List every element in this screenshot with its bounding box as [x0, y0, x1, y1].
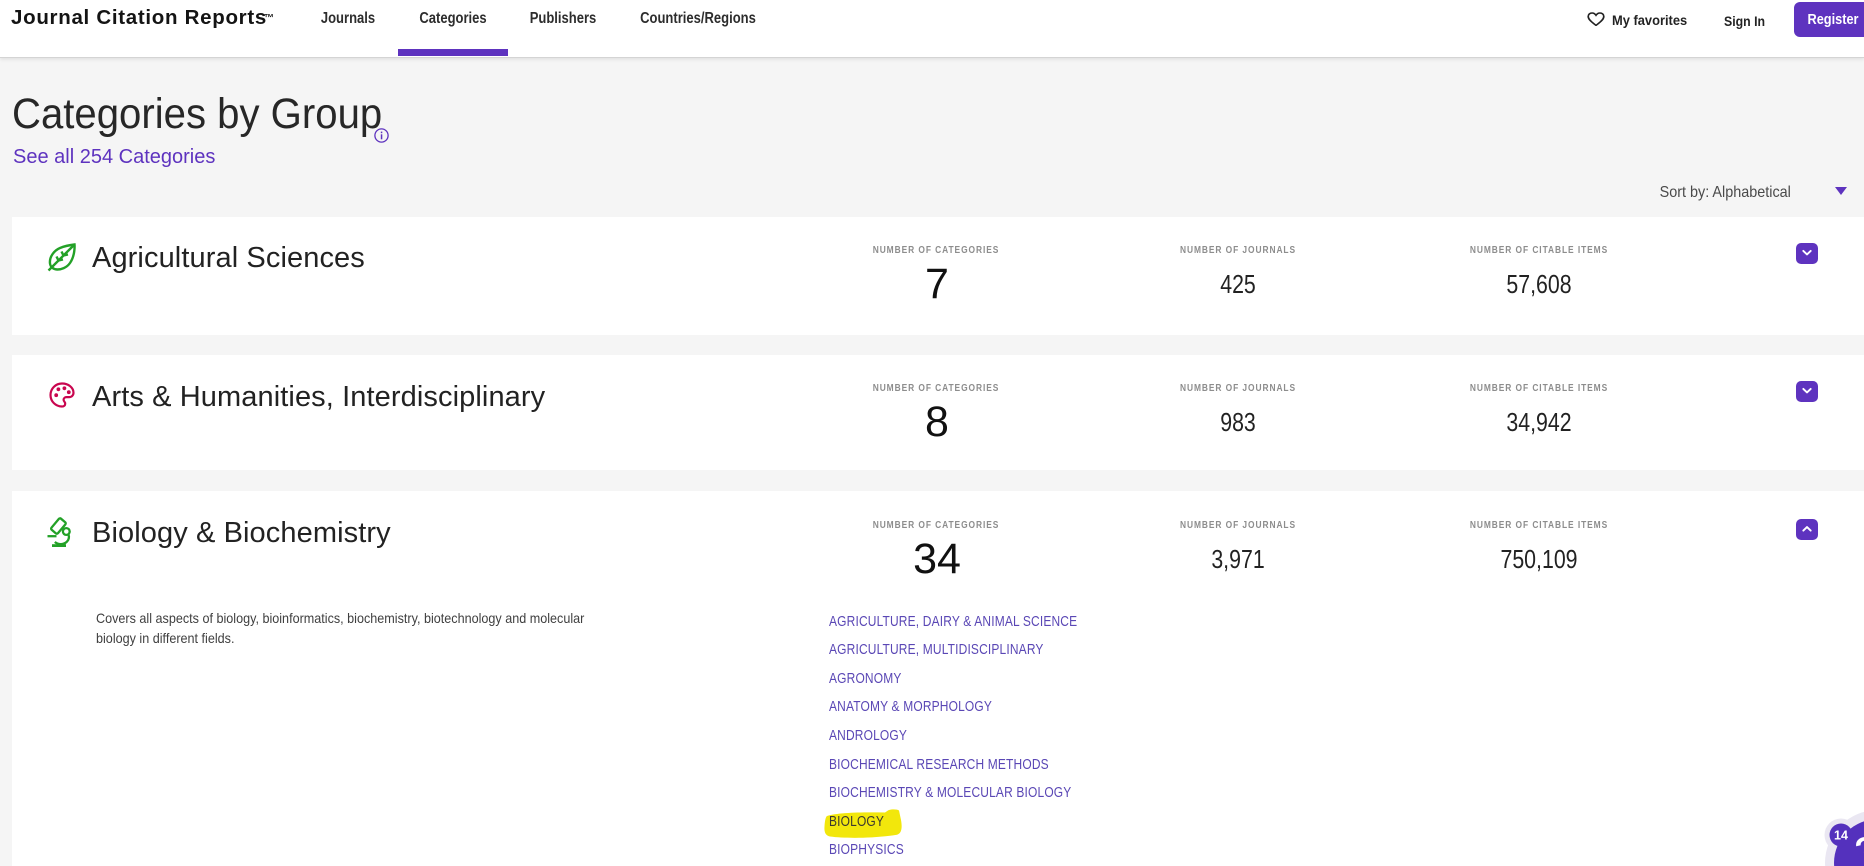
svg-text:14: 14	[1834, 829, 1848, 843]
